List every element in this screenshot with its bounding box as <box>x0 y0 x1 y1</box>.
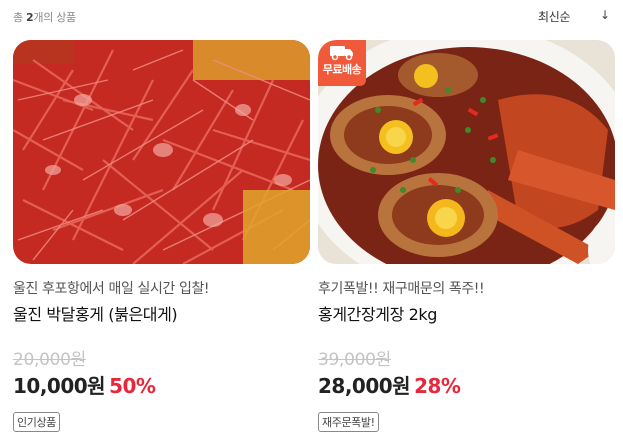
sort-arrow-icon[interactable]: ↓ <box>600 8 610 22</box>
red-crabs-image <box>13 40 310 264</box>
product-tag: 인기상품 <box>13 412 60 432</box>
product-card[interactable]: 무료배송 후기폭발!! 재구매문의 폭주!! 홍게간장게장 2kg 39,000… <box>318 40 615 440</box>
sale-price: 10,000원 <box>13 374 106 398</box>
product-subtitle: 울진 후포항에서 매일 실시간 입찰! <box>13 281 210 297</box>
original-price: 39,000원 <box>318 350 392 370</box>
discount-rate: 28% <box>414 374 461 398</box>
count-prefix: 총 <box>13 11 23 24</box>
sale-price: 28,000원 <box>318 374 411 398</box>
list-header: 총 2개의 상품 최신순 ↓ <box>0 0 623 32</box>
product-card[interactable]: 울진 후포항에서 매일 실시간 입찰! 울진 박달홍게 (붉은대게) 20,00… <box>13 40 310 440</box>
truck-icon <box>330 46 353 61</box>
product-name[interactable]: 울진 박달홍게 (붉은대게) <box>13 301 178 325</box>
free-shipping-badge: 무료배송 <box>318 40 366 86</box>
discount-rate: 50% <box>109 374 156 398</box>
original-price: 20,000원 <box>13 350 87 370</box>
sort-dropdown[interactable]: 최신순 <box>538 8 571 25</box>
count-suffix: 개의 상품 <box>33 11 76 24</box>
product-name[interactable]: 홍게간장게장 2kg <box>318 301 437 325</box>
product-subtitle: 후기폭발!! 재구매문의 폭주!! <box>318 281 485 297</box>
product-count: 총 2개의 상품 <box>13 9 76 25</box>
badge-label: 무료배송 <box>322 63 362 76</box>
product-image[interactable] <box>13 40 310 264</box>
sale-price-row: 28,000원 28% <box>318 370 461 399</box>
product-image[interactable]: 무료배송 <box>318 40 615 264</box>
sale-price-row: 10,000원 50% <box>13 370 156 399</box>
product-tag: 재주문폭발! <box>318 412 379 432</box>
